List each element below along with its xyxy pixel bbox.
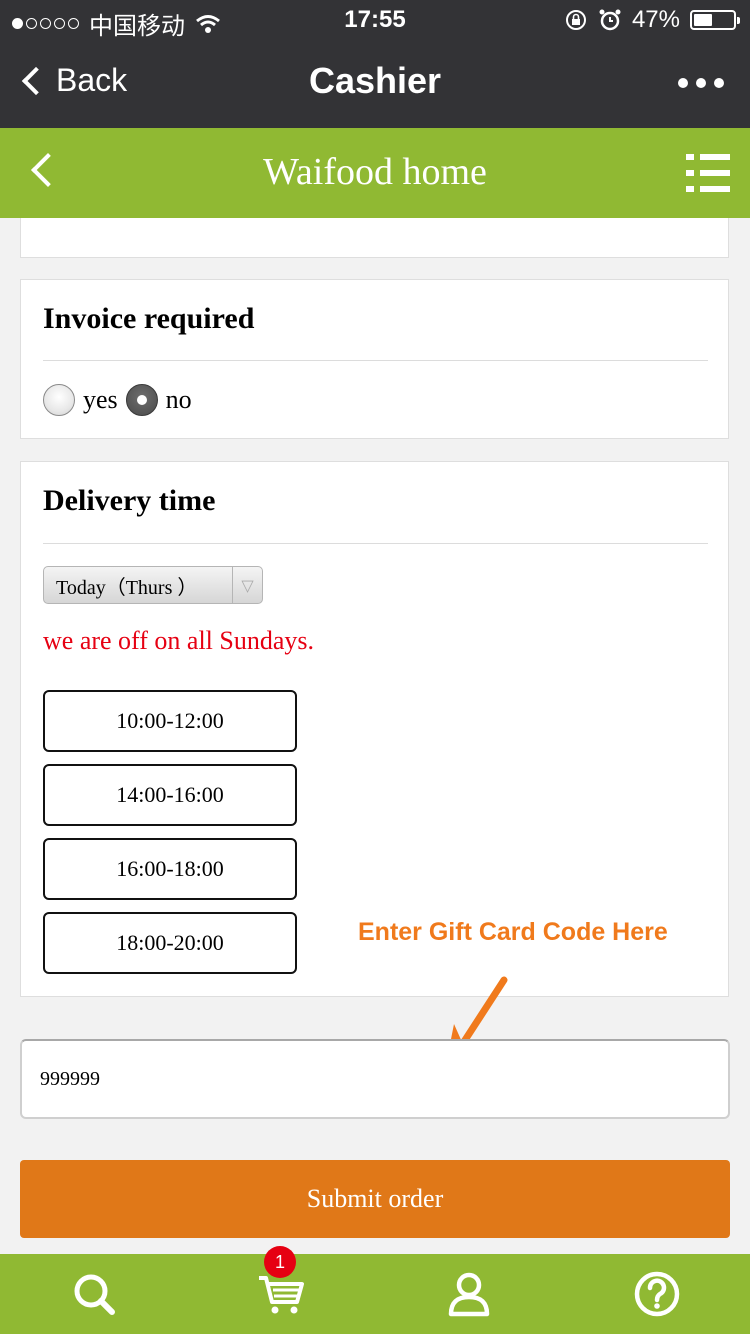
delivery-day-select[interactable]: Today（Thurs ） ▽	[43, 566, 263, 604]
invoice-title: Invoice required	[43, 302, 255, 335]
time-slot-button[interactable]: 16:00-18:00	[43, 838, 297, 900]
nav-title: Cashier	[308, 60, 442, 101]
time-slot-button[interactable]: 18:00-20:00	[43, 912, 297, 974]
more-options-icon[interactable]	[678, 78, 724, 88]
tab-search[interactable]	[0, 1254, 187, 1334]
divider	[43, 543, 708, 544]
delivery-day-value: Today（Thurs ）	[56, 576, 198, 599]
invoice-radio-group: yes no	[43, 384, 200, 416]
tab-account[interactable]	[375, 1254, 562, 1334]
help-icon	[634, 1271, 679, 1317]
gift-card-code-input[interactable]	[20, 1039, 730, 1119]
status-right: 47%	[564, 6, 740, 34]
time-slot-button[interactable]: 10:00-12:00	[43, 690, 297, 752]
radio-yes[interactable]	[43, 384, 75, 416]
dropdown-arrow-icon: ▽	[232, 567, 262, 603]
cart-count-badge: 1	[264, 1246, 296, 1278]
submit-order-button[interactable]: Submit order	[20, 1160, 730, 1238]
search-icon	[74, 1274, 115, 1315]
battery-icon	[690, 10, 740, 30]
delivery-card: Delivery time Today（Thurs ） ▽ we are off…	[20, 461, 729, 997]
battery-percent: 47%	[631, 6, 680, 33]
list-menu-icon[interactable]	[686, 154, 730, 192]
status-bar: 中国移动 17:55 47%	[0, 0, 750, 40]
radio-no-label: no	[165, 385, 192, 414]
site-header: Waifood home	[0, 128, 750, 218]
tab-help[interactable]	[563, 1254, 750, 1334]
alarm-icon	[599, 9, 621, 31]
bottom-tab-bar: 1	[0, 1246, 750, 1334]
gift-card-annotation: Enter Gift Card Code Here	[358, 918, 668, 946]
radio-no[interactable]	[125, 384, 158, 416]
delivery-title: Delivery time	[43, 484, 216, 517]
sunday-notice: we are off on all Sundays.	[43, 626, 315, 655]
site-title: Waifood home	[263, 151, 487, 193]
radio-yes-label: yes	[83, 385, 118, 414]
previous-section-card	[20, 218, 729, 258]
rotation-lock-icon	[565, 10, 586, 30]
invoice-card: Invoice required yes no	[20, 279, 729, 439]
time-slot-button[interactable]: 14:00-16:00	[43, 764, 297, 826]
navigation-bar: Back Cashier	[0, 40, 750, 128]
user-icon	[448, 1272, 489, 1317]
divider	[43, 360, 708, 361]
